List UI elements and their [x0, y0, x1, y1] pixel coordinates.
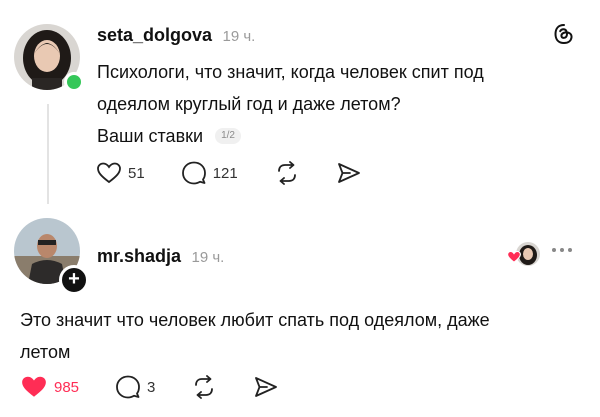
- repost-icon: [277, 161, 296, 185]
- threads-logo-icon[interactable]: [552, 22, 576, 46]
- reply-text-line1: Это значит что человек любит спать под о…: [20, 310, 490, 330]
- post-header: seta_dolgova 19 ч.: [97, 25, 255, 46]
- share-button[interactable]: [336, 161, 362, 185]
- send-icon: [337, 163, 360, 183]
- heart-icon: [97, 162, 121, 184]
- repost-button[interactable]: [191, 375, 217, 399]
- like-count: 985: [54, 378, 80, 396]
- username[interactable]: mr.shadja: [97, 246, 181, 266]
- comment-button[interactable]: 3: [115, 374, 155, 400]
- thread-line: [47, 104, 49, 204]
- reply-header: mr.shadja 19 ч.: [97, 246, 224, 267]
- comment-count: 3: [147, 378, 156, 396]
- post-time: 19 ч.: [222, 28, 256, 45]
- comment-button[interactable]: 121: [181, 160, 238, 186]
- reply-time: 19 ч.: [191, 249, 225, 266]
- post-text: Психологи, что значит, когда человек спи…: [97, 56, 484, 120]
- post-text-line1: Психологи, что значит, когда человек спи…: [97, 62, 484, 82]
- reply-text: Это значит что человек любит спать под о…: [20, 304, 490, 368]
- post-text-line3: Ваши ставки: [97, 126, 204, 146]
- like-button[interactable]: 985: [20, 374, 79, 400]
- post-text-line2: одеялом круглый год и даже летом?: [97, 94, 401, 114]
- reply-actions: 985 3: [20, 374, 279, 400]
- post-subtext-row: Ваши ставки 1/2: [97, 120, 241, 152]
- like-button[interactable]: 51: [96, 161, 145, 185]
- more-dots-icon[interactable]: [552, 248, 572, 252]
- comment-count: 121: [212, 164, 238, 182]
- follow-plus-icon[interactable]: +: [59, 265, 89, 295]
- reply-text-line2: летом: [20, 342, 71, 362]
- repost-button[interactable]: [274, 161, 300, 185]
- comment-icon: [116, 375, 140, 399]
- like-count: 51: [128, 164, 145, 182]
- liked-by-author-badge: [506, 242, 540, 268]
- comment-icon: [181, 161, 206, 185]
- page-indicator: 1/2: [215, 128, 241, 144]
- send-icon: [255, 377, 278, 397]
- heart-icon: [22, 376, 46, 397]
- repost-icon: [195, 375, 214, 399]
- username[interactable]: seta_dolgova: [97, 25, 212, 45]
- share-button[interactable]: [253, 375, 279, 399]
- online-status-dot: [64, 72, 84, 92]
- post-actions: 51 121: [96, 160, 362, 186]
- heart-icon: [506, 250, 522, 263]
